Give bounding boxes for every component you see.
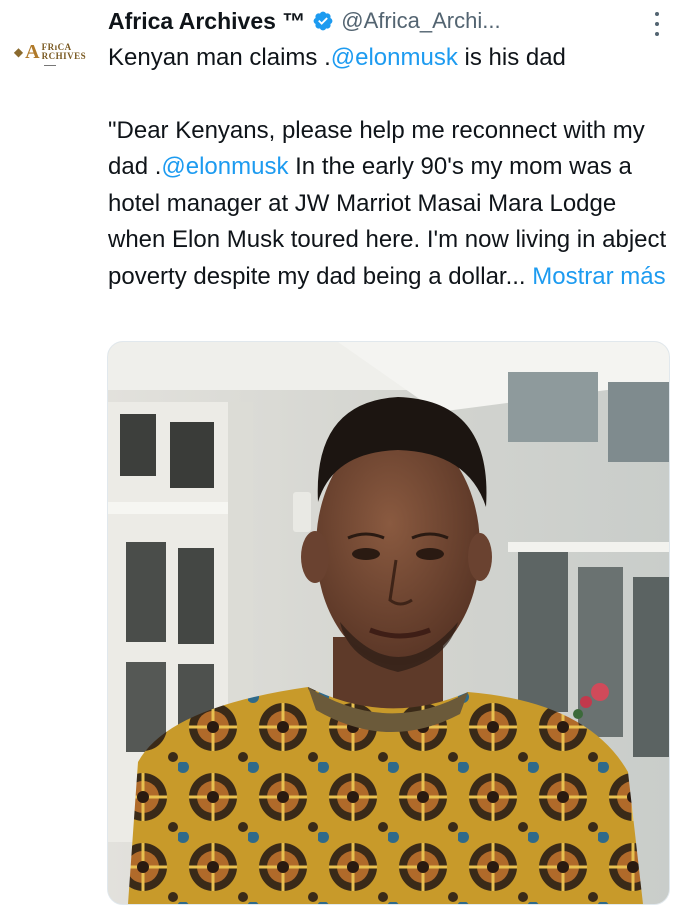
more-options-icon[interactable] [654,12,660,36]
tweet-text: Kenyan man claims .@elonmusk is his dad … [108,40,678,295]
africa-map-icon: ◆ [13,45,24,59]
tweet-body: "Dear Kenyans, please help me reconnect … [108,116,667,290]
tweet-headline: Kenyan man claims .@elonmusk is his dad [108,44,566,71]
tweet-header: Africa Archives ™ @Africa_Archi... [108,6,650,36]
author-handle[interactable]: @Africa_Archi... [341,8,500,34]
author-name[interactable]: Africa Archives ™ [108,8,305,35]
photo-man-portrait [108,342,669,904]
show-more-link[interactable]: Mostrar más [532,263,665,290]
tweet-photo[interactable] [107,341,670,905]
mention-link[interactable]: @elonmusk [161,153,288,180]
logo-divider [44,65,56,66]
africa-archives-logo: ◆ A FRıCA RCHIVES [13,41,87,63]
author-avatar[interactable]: ◆ A FRıCA RCHIVES [10,34,90,74]
verified-badge-icon [313,11,333,31]
mention-link[interactable]: @elonmusk [331,44,458,71]
